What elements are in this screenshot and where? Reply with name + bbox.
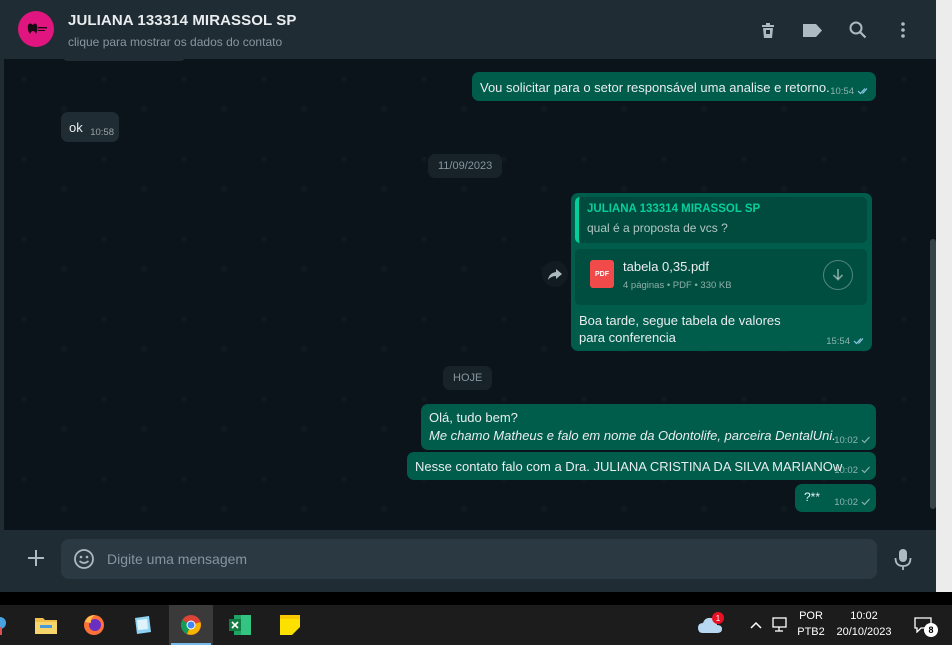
read-ticks-icon	[853, 338, 864, 345]
message-time: 10:02	[834, 497, 871, 508]
notifications-icon[interactable]: 8	[906, 605, 940, 645]
chat-area[interactable]: Vou solicitar para o setor responsável u…	[4, 59, 936, 530]
taskbar-chrome-icon[interactable]	[169, 605, 213, 645]
message-bubble[interactable]: ?** 10:02	[795, 484, 876, 512]
quote-text: qual é a proposta de vcs ?	[587, 221, 728, 235]
message-bubble[interactable]: Vou solicitar para o setor responsável u…	[472, 72, 876, 101]
label-icon[interactable]	[801, 19, 823, 41]
time-text: 15:54	[826, 336, 850, 347]
menu-icon[interactable]	[892, 19, 914, 41]
message-composer	[4, 530, 936, 592]
contact-name: JULIANA 133314 MIRASSOL SP	[68, 12, 297, 29]
time-text: 10:54	[830, 86, 854, 97]
forward-icon	[548, 268, 562, 280]
windows-taskbar: 1 POR PTB2 10:02 20/10/2023 8	[0, 605, 952, 645]
date-separator: HOJE	[443, 366, 493, 390]
taskbar-app-partial-icon[interactable]	[0, 605, 22, 645]
tooth-logo-icon	[27, 23, 47, 34]
keyboard-layout: PTB2	[797, 626, 825, 638]
screen-gap	[0, 592, 952, 605]
taskbar-excel-icon[interactable]	[218, 605, 262, 645]
contact-info[interactable]: JULIANA 133314 MIRASSOL SP clique para m…	[68, 12, 297, 49]
message-time: 10:54	[830, 86, 871, 97]
system-clock[interactable]: 10:02 20/10/2023	[830, 610, 898, 638]
clock-time: 10:02	[850, 610, 878, 622]
message-input[interactable]	[107, 539, 867, 579]
date-separator: 11/09/2023	[428, 154, 503, 178]
previous-message-edge	[62, 59, 186, 61]
trash-icon[interactable]	[757, 19, 779, 41]
window-edge	[936, 0, 952, 592]
message-text: Vou solicitar para o setor responsável u…	[480, 80, 830, 95]
message-text: ?**	[804, 490, 821, 504]
file-meta: 4 páginas • PDF • 330 KB	[623, 280, 732, 291]
message-bubble[interactable]: ok 10:58	[61, 112, 119, 142]
clock-date: 20/10/2023	[836, 626, 892, 638]
notification-badge: 1	[712, 612, 724, 624]
chat-header[interactable]: JULIANA 133314 MIRASSOL SP clique para m…	[4, 0, 936, 59]
download-icon	[832, 269, 844, 281]
emoji-icon[interactable]	[73, 548, 95, 570]
sent-tick-icon	[861, 499, 870, 506]
pdf-file-icon: PDF	[590, 260, 614, 288]
message-text: Boa tarde, segue tabela de valores para …	[579, 313, 781, 345]
message-time: 10:02	[834, 435, 871, 446]
taskbar-notepad-icon[interactable]	[120, 605, 164, 645]
weather-cloud-icon[interactable]: 1	[690, 605, 730, 645]
message-bubble[interactable]: Nesse contato falo com a Dra. JULIANA CR…	[407, 452, 876, 480]
message-text: ok	[69, 120, 83, 135]
show-hidden-icons-chevron-icon[interactable]	[744, 605, 768, 645]
search-icon[interactable]	[847, 19, 869, 41]
sent-tick-icon	[861, 467, 870, 474]
message-time: 15:54	[826, 336, 867, 347]
message-bubble[interactable]: Olá, tudo bem? Me chamo Matheus e falo e…	[421, 404, 876, 450]
taskbar-firefox-icon[interactable]	[72, 605, 116, 645]
time-text: 10:02	[834, 465, 858, 476]
whatsapp-window: JULIANA 133314 MIRASSOL SP clique para m…	[0, 0, 936, 592]
avatar[interactable]	[18, 11, 54, 47]
download-button[interactable]	[823, 260, 853, 290]
message-bubble[interactable]: JULIANA 133314 MIRASSOL SP qual é a prop…	[571, 193, 872, 351]
file-attachment[interactable]: PDF tabela 0,35.pdf 4 páginas • PDF • 33…	[575, 249, 867, 305]
microphone-icon[interactable]	[892, 547, 914, 571]
language-code: POR	[799, 610, 823, 622]
sent-tick-icon	[861, 437, 870, 444]
notification-count-badge: 8	[924, 623, 938, 637]
input-language[interactable]: POR PTB2	[796, 610, 826, 638]
taskbar-sticky-notes-icon[interactable]	[268, 605, 312, 645]
network-icon[interactable]	[768, 605, 794, 645]
message-text-line: Olá, tudo bem?	[429, 410, 518, 425]
time-text: 10:02	[834, 497, 858, 508]
read-ticks-icon	[857, 88, 868, 95]
file-name: tabela 0,35.pdf	[623, 259, 710, 274]
quoted-message[interactable]: JULIANA 133314 MIRASSOL SP qual é a prop…	[575, 197, 867, 243]
attach-plus-icon[interactable]	[24, 546, 48, 570]
message-text: Nesse contato falo com a Dra. JULIANA CR…	[415, 459, 843, 474]
contact-subtitle: clique para mostrar os dados do contato	[68, 35, 283, 49]
message-time: 10:58	[90, 127, 114, 138]
taskbar-file-explorer-icon[interactable]	[24, 605, 68, 645]
forward-button[interactable]	[542, 261, 568, 287]
message-input-wrapper[interactable]	[61, 539, 877, 579]
message-text-line: Me chamo Matheus e falo em nome da Odont…	[429, 428, 836, 443]
message-time: 10:02	[834, 465, 871, 476]
time-text: 10:02	[834, 435, 858, 446]
quote-author: JULIANA 133314 MIRASSOL SP	[587, 203, 761, 215]
